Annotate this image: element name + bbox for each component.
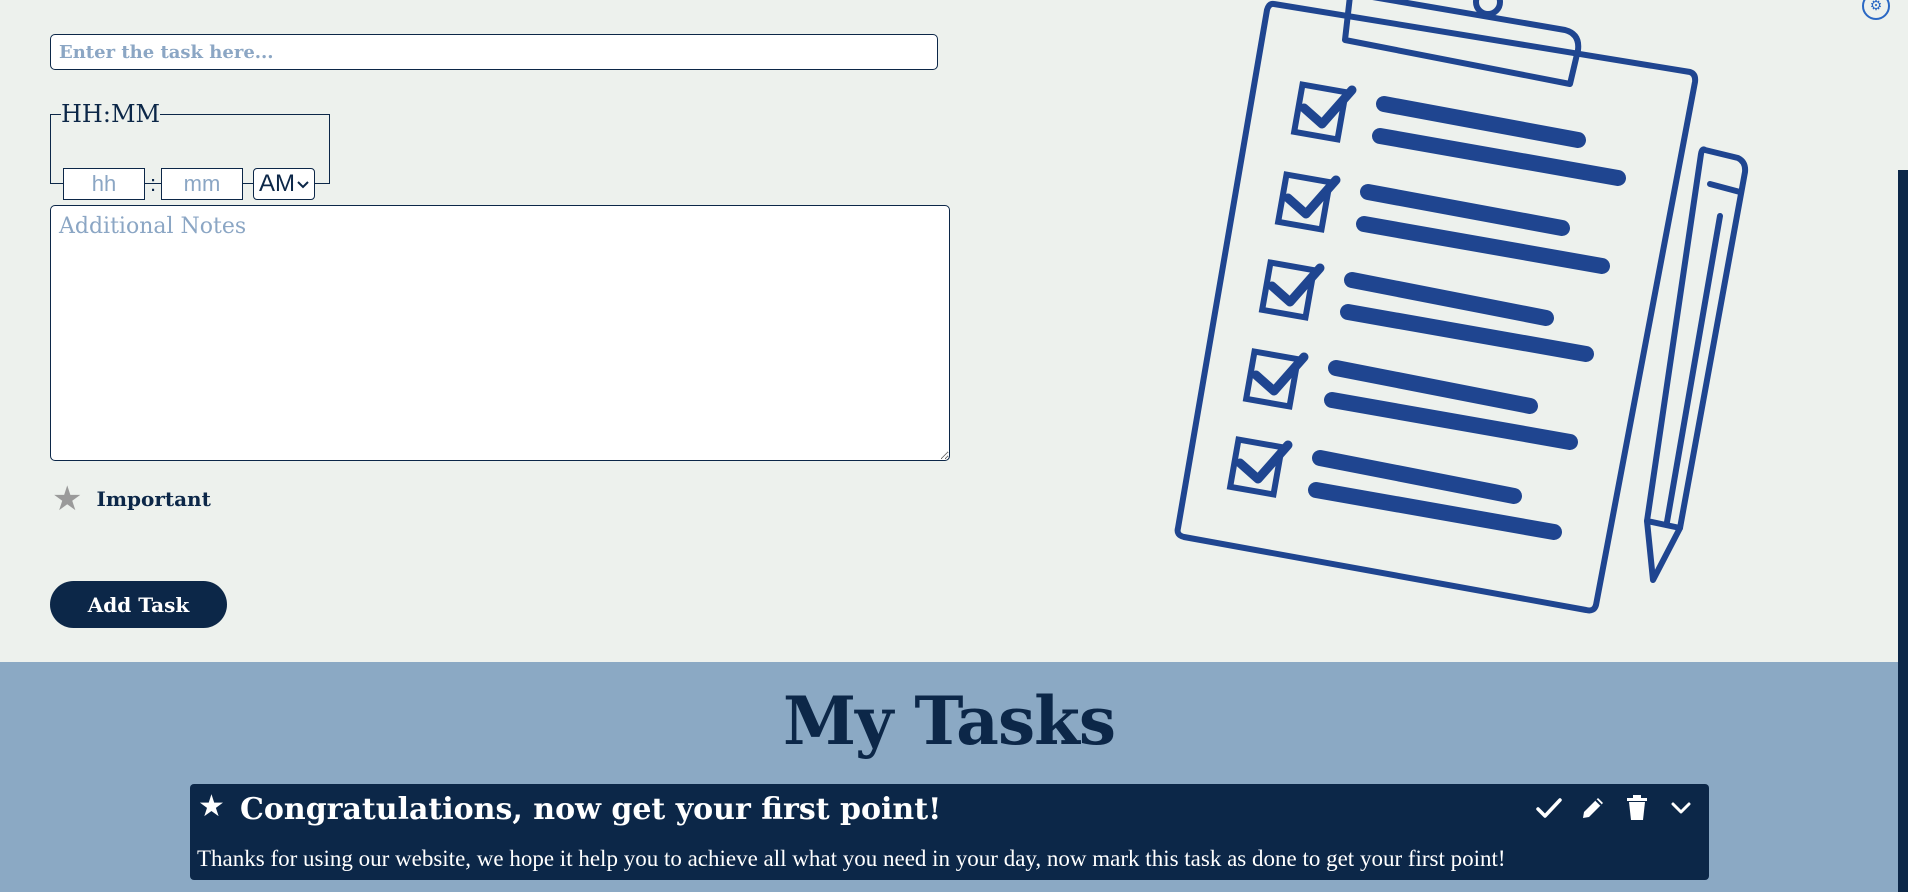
task-actions <box>1535 794 1695 822</box>
tasks-section: My Tasks ★ Congratulations, now get your… <box>0 662 1898 892</box>
ampm-value: AM <box>259 170 295 197</box>
time-row: : AM <box>63 168 315 200</box>
settings-icon[interactable]: ⚙ <box>1862 0 1890 20</box>
star-icon[interactable]: ★ <box>198 792 225 822</box>
task-notes: Thanks for using our website, we hope it… <box>197 846 1506 871</box>
tasks-heading: My Tasks <box>783 682 1116 760</box>
add-task-button[interactable]: Add Task <box>50 581 227 628</box>
scrollbar[interactable] <box>1898 170 1908 892</box>
important-toggle[interactable]: ★ Important <box>52 482 211 516</box>
task-title: Congratulations, now get your first poin… <box>240 792 942 827</box>
task-input[interactable] <box>50 34 938 70</box>
minute-input[interactable] <box>161 168 243 200</box>
notes-textarea[interactable] <box>50 205 950 461</box>
check-icon[interactable] <box>1535 794 1563 822</box>
time-fieldset: HH:MM : AM <box>50 100 330 200</box>
time-legend: HH:MM <box>61 100 161 128</box>
page: HH:MM : AM ★ Important Add Task <box>0 0 1908 892</box>
ampm-select[interactable]: AM <box>253 168 315 200</box>
chevron-down-icon <box>297 181 309 189</box>
clipboard-checklist-icon <box>1174 0 1749 614</box>
trash-icon[interactable] <box>1623 794 1651 822</box>
time-colon: : <box>149 171 157 196</box>
important-label: Important <box>96 487 211 511</box>
hour-input[interactable] <box>63 168 145 200</box>
edit-pencil-icon[interactable] <box>1579 794 1607 822</box>
chevron-down-icon[interactable] <box>1667 794 1695 822</box>
star-icon[interactable]: ★ <box>52 482 82 516</box>
task-card: ★ Congratulations, now get your first po… <box>190 784 1709 880</box>
